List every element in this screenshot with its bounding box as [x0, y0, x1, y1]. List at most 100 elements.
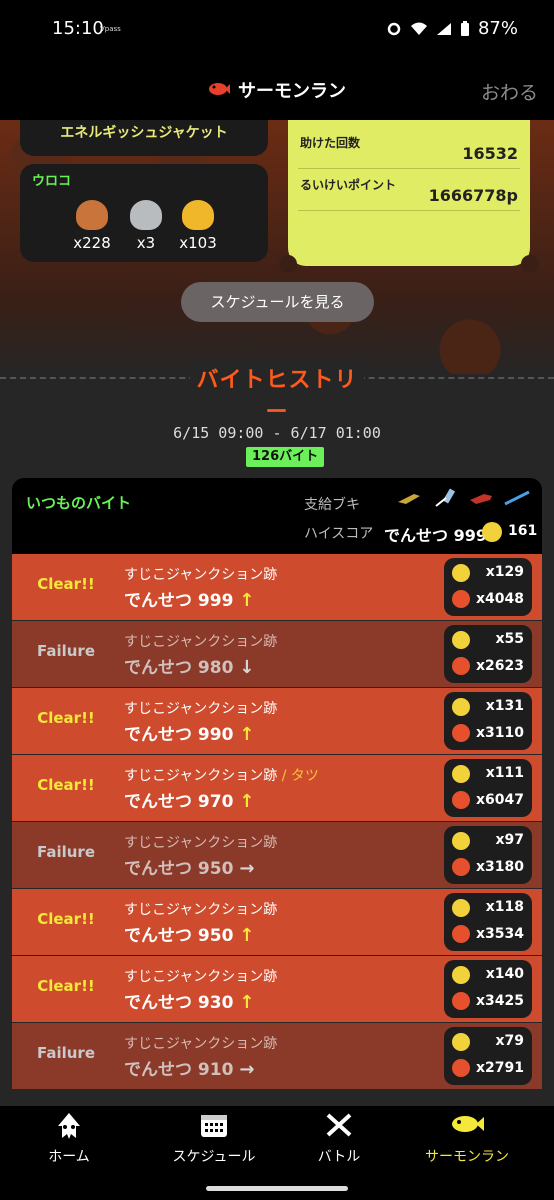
power-egg-count: x2791 [476, 1060, 524, 1076]
points-label: るいけいポイント [300, 178, 397, 192]
nav-schedule[interactable]: スケジュール [145, 1106, 283, 1176]
history-row[interactable]: Failure すじこジャンクション跡 でんせつ 950 → x97 x3180 [12, 822, 542, 888]
main-content[interactable]: エネルギッシュジャケット ウロコ x228 x3 x103 助けた回数 1653… [0, 120, 554, 1106]
highscore-eggs: 161 [508, 523, 538, 539]
power-egg-icon [452, 925, 470, 943]
status-time: 15:10 [52, 18, 104, 39]
scales-label: ウロコ [32, 174, 72, 189]
power-egg-count: x3180 [476, 859, 524, 875]
rank-trend-icon: → [239, 1059, 255, 1080]
salmon-logo-icon [208, 81, 230, 102]
power-egg-icon [452, 590, 470, 608]
power-egg-icon [452, 791, 470, 809]
nav-salmon-run[interactable]: サーモンラン [398, 1106, 536, 1176]
golden-egg-icon [452, 899, 470, 917]
view-schedule-button[interactable]: スケジュールを見る [181, 282, 374, 322]
status-right: 87% [386, 18, 518, 39]
result-label: Clear!! [37, 910, 95, 928]
weapon-blaster-icon [470, 494, 492, 504]
battery-percent: 87% [477, 18, 518, 39]
history-row[interactable]: Clear!! すじこジャンクション跡 でんせつ 930 ↑ x140 x3425 [12, 956, 542, 1022]
squid-icon [0, 1112, 138, 1147]
power-egg-icon [452, 724, 470, 742]
golden-egg-count: x140 [485, 966, 524, 982]
result-label: Failure [36, 1044, 96, 1062]
rank-trend-icon: ↑ [239, 925, 255, 946]
app-header: サーモンラン おわる [0, 58, 554, 120]
power-egg-count: x3534 [476, 926, 524, 942]
power-egg-count: x2623 [476, 658, 524, 674]
calendar-icon [145, 1112, 283, 1145]
weapon-shooter-icon [398, 494, 420, 504]
settings-gear-icon [387, 22, 401, 35]
rank-text: でんせつ 999 [124, 591, 234, 611]
stage-name: すじこジャンクション跡 / タツ [124, 765, 319, 785]
rank-text: でんせつ 980 [124, 658, 234, 678]
stage-name-text: すじこジャンクション跡 [124, 902, 278, 918]
ticket-notch-left [279, 255, 297, 273]
golden-egg-icon [452, 698, 470, 716]
close-button[interactable]: おわる [481, 78, 538, 105]
stage-name: すじこジャンクション跡 [124, 899, 277, 919]
boss-name: / タツ [277, 768, 319, 784]
rank-trend-icon: ↑ [239, 590, 255, 611]
egg-summary: x129 x4048 [444, 558, 532, 616]
job-count-badge: 126バイト [246, 447, 325, 467]
weapon-charger-icon [504, 490, 530, 506]
golden-egg-count: x118 [485, 899, 524, 915]
stage-name: すじこジャンクション跡 [124, 832, 277, 852]
page-title-text: サーモンラン [238, 81, 346, 102]
stage-name: すじこジャンクション跡 [124, 1033, 277, 1053]
jacket-name: エネルギッシュジャケット [60, 125, 228, 141]
rank-trend-icon: → [239, 858, 255, 879]
stage-name: すじこジャンクション跡 [124, 631, 277, 651]
egg-summary: x79 x2791 [444, 1027, 532, 1085]
stage-name-text: すじこジャンクション跡 [124, 768, 278, 784]
history-row[interactable]: Clear!! すじこジャンクション跡でんせつ 950 ↑ x118 x3534 [12, 889, 542, 955]
supplied-weapons [396, 488, 530, 508]
golden-egg-count: x79 [495, 1033, 524, 1049]
profile-area: エネルギッシュジャケット ウロコ x228 x3 x103 助けた回数 1653… [0, 120, 554, 374]
rank-label: でんせつ 910 → [124, 1055, 255, 1080]
egg-summary: x140 x3425 [444, 960, 532, 1018]
history-row[interactable]: Clear!! すじこジャンクション跡 でんせつ 999 ↑ x129 x4048 [12, 554, 542, 620]
history-period: 6/15 09:00 - 6/17 01:00 [173, 424, 381, 442]
history-row[interactable]: Clear!! すじこジャンクション跡 / タツ でんせつ 970 ↑ x111 x604… [12, 755, 542, 821]
egg-summary: x118 x3534 [444, 893, 532, 951]
status-bar: 15:10 Vpass 87% [0, 0, 554, 58]
stage-name: すじこジャンクション跡 [124, 564, 277, 584]
jacket-card: エネルギッシュジャケット [20, 120, 268, 156]
stage-name-text: すじこジャンクション跡 [124, 1036, 278, 1052]
nav-home[interactable]: ホーム [0, 1106, 138, 1176]
egg-summary: x55 x2623 [444, 625, 532, 683]
scales-card: ウロコ x228 x3 x103 [20, 164, 268, 262]
battery-icon [460, 20, 469, 36]
egg-summary: x111 x6047 [444, 759, 532, 817]
result-label: Failure [36, 642, 96, 660]
history-summary: いつものバイト 支給ブキ ハイスコア でんせつ 999 161 [12, 478, 542, 554]
rank-label: でんせつ 950 → [124, 854, 255, 879]
rank-label: でんせつ 970 ↑ [124, 787, 255, 812]
golden-egg-icon [482, 522, 502, 542]
history-row[interactable]: Failure すじこジャンクション跡でんせつ 910 → x79 x2791 [12, 1023, 542, 1089]
nav-schedule-label: スケジュール [172, 1149, 256, 1165]
golden-egg-icon [452, 832, 470, 850]
stats-divider [298, 210, 520, 211]
stage-name-text: すじこジャンクション跡 [124, 701, 278, 717]
salmon-icon [398, 1112, 536, 1143]
stage-name-text: すじこジャンクション跡 [124, 969, 278, 985]
history-title: バイトヒストリー [196, 368, 358, 425]
highscore-rank: でんせつ 999 [384, 526, 487, 545]
ticket-notch-right [521, 255, 539, 273]
history-row[interactable]: Clear!! すじこジャンクション跡 でんせつ 990 ↑ x131 x3110 [12, 688, 542, 754]
rank-label: でんせつ 930 ↑ [124, 988, 255, 1013]
history-row[interactable]: Failure すじこジャンクション跡 でんせつ 980 ↓ x55 x2623 [12, 621, 542, 687]
stats-card: 助けた回数 16532 るいけいポイント 1666778p [279, 120, 539, 273]
rank-text: でんせつ 950 [124, 859, 234, 879]
wifi-icon [410, 22, 427, 35]
rank-text: でんせつ 950 [124, 926, 234, 946]
stage-name-text: すじこジャンクション跡 [124, 835, 278, 851]
rank-text: でんせつ 910 [124, 1060, 234, 1080]
nav-battle[interactable]: バトル [270, 1106, 408, 1176]
golden-egg-count: x97 [495, 832, 524, 848]
